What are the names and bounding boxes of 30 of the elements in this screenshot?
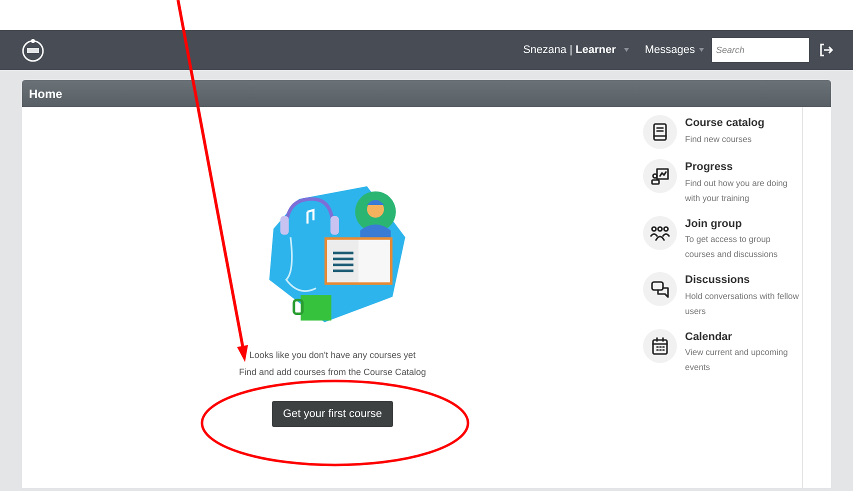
shortcut-icon-badge[interactable] [643, 159, 677, 193]
logout-icon[interactable] [819, 43, 833, 57]
shortcut-description: To get access to group courses and discussions [685, 233, 779, 261]
shortcut-link[interactable]: Discussions [685, 272, 802, 288]
empty-hint: Find and add courses from the Course Catalog [238, 366, 426, 379]
shortcut-link[interactable]: Course catalog [685, 115, 764, 132]
shortcut-description: Hold conversations with fellow users [685, 290, 800, 318]
search-field[interactable]: Search [712, 38, 809, 62]
get-course-button[interactable]: Get your first course [272, 401, 394, 427]
empty-message: Looks like you don't have any courses yet [249, 349, 416, 362]
chart-board-icon [650, 166, 670, 186]
user-menu[interactable]: Snezana | Learner [523, 42, 616, 58]
shortcut-description: View current and upcoming events [685, 346, 789, 374]
chat-bubbles-icon [650, 279, 670, 299]
shortcut-description: Find out how you are doing with your training [685, 176, 789, 205]
panel-title: Home [29, 86, 62, 102]
shortcut-icon-badge[interactable] [643, 115, 677, 149]
logo-icon[interactable] [20, 37, 46, 63]
shortcut-icon-badge[interactable] [643, 216, 677, 250]
shortcut-link[interactable]: Progress [685, 159, 802, 176]
shortcut-icon-badge[interactable] [643, 328, 677, 362]
shortcut-link[interactable]: Calendar [685, 328, 802, 345]
shortcut-description: Find new courses [685, 132, 753, 146]
shortcut-link[interactable]: Join group [685, 216, 802, 232]
calendar-icon [650, 336, 670, 356]
book-icon [650, 122, 670, 142]
caret-icon [624, 48, 629, 52]
messages-menu[interactable]: Messages [644, 42, 695, 58]
shortcut-icon-badge[interactable] [643, 272, 677, 306]
caret-icon [699, 48, 704, 52]
